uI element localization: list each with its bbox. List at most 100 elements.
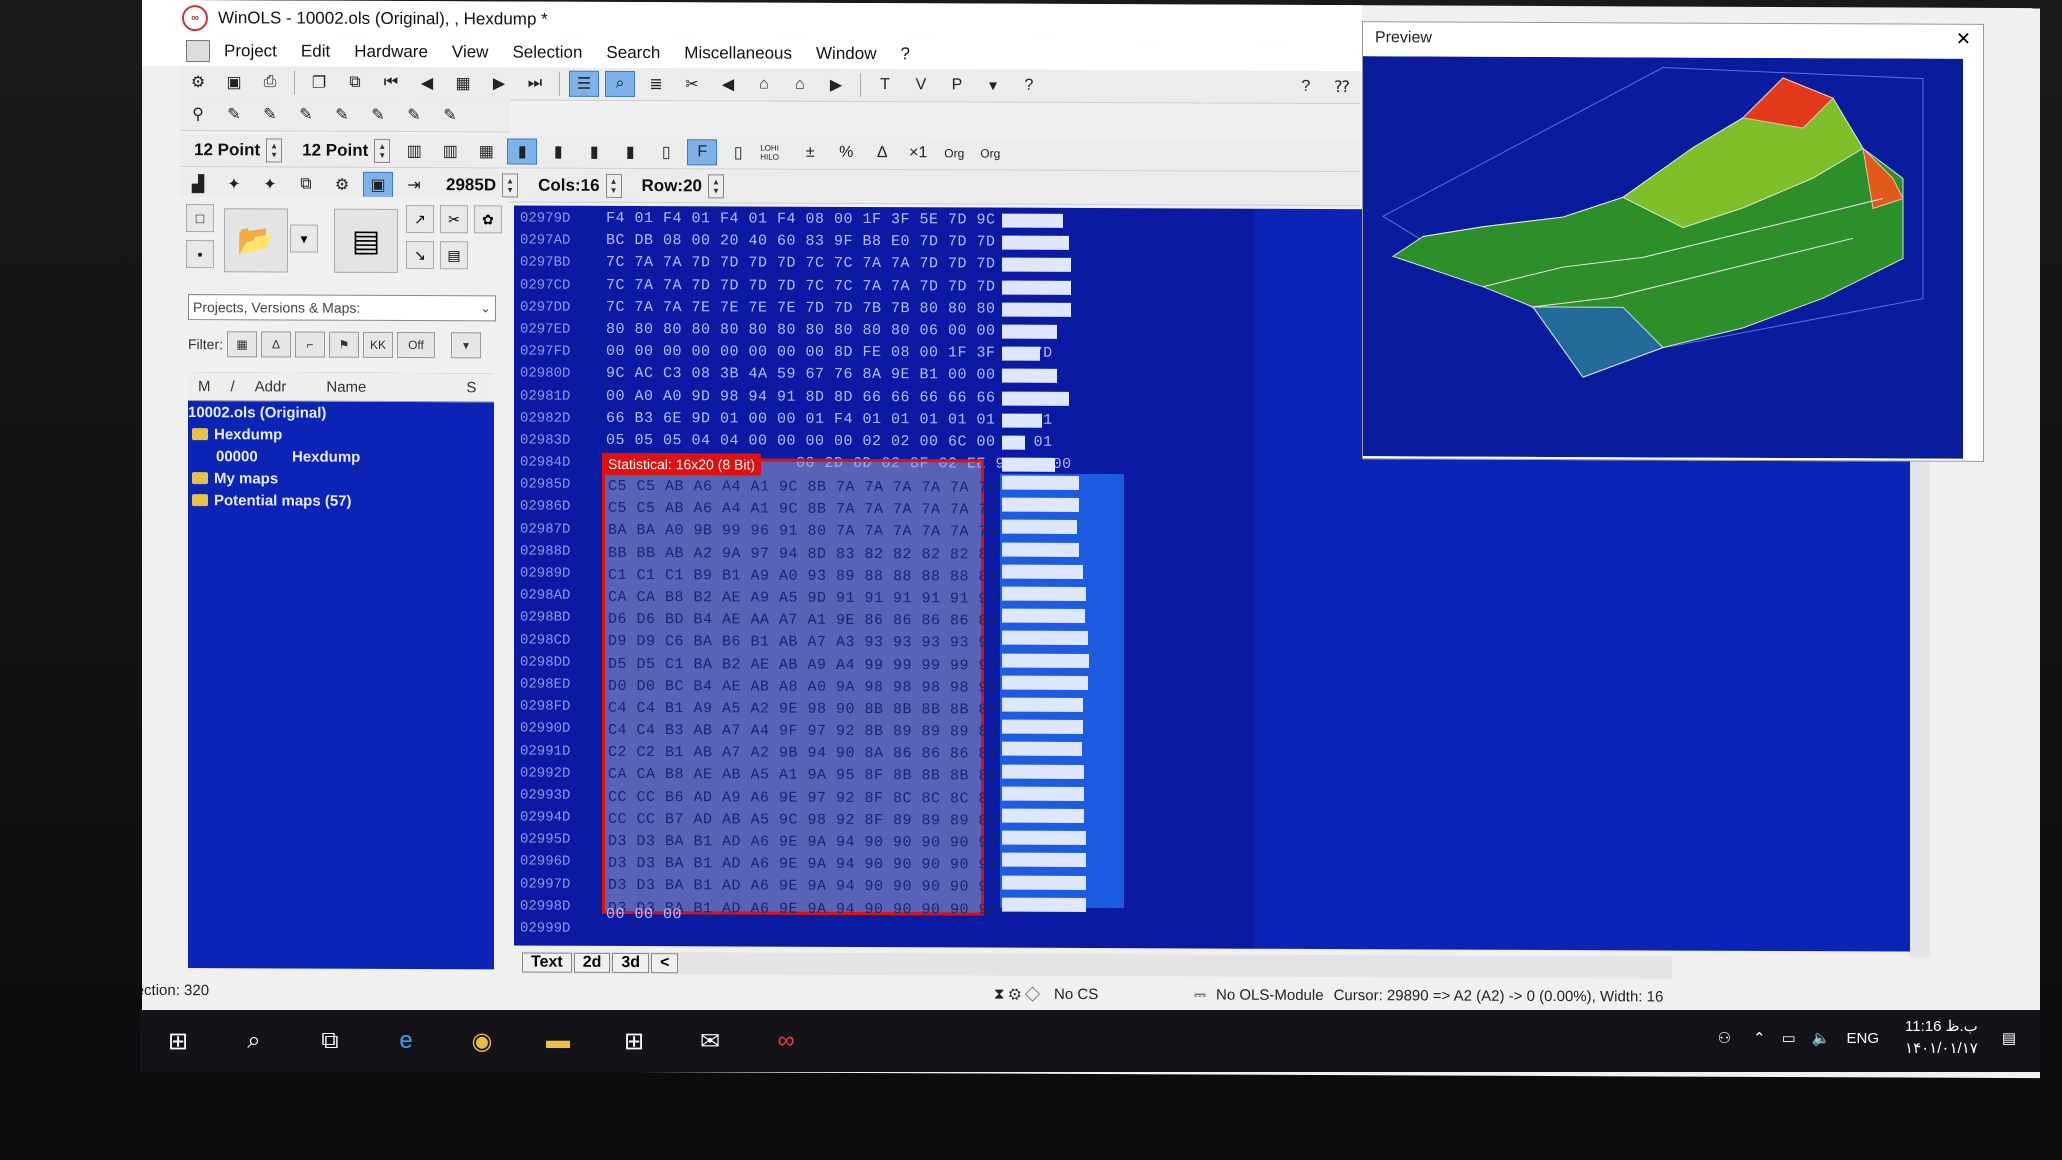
hexdump-view[interactable]: 02979D 0297AD 0297BD 0297CD 0297DD 0297ED 0297… bbox=[514, 205, 1254, 949]
map-tool2-icon[interactable]: ✎ bbox=[255, 101, 285, 127]
v-icon[interactable]: V bbox=[906, 72, 936, 98]
font-size-1[interactable]: 12 Point bbox=[194, 140, 260, 160]
clock[interactable]: 11:16 ب.ظ ۱۴۰۱/۰۱/۱۷ bbox=[1905, 1016, 1978, 1060]
filter-off-button[interactable]: Off bbox=[397, 331, 435, 359]
map-tool7-icon[interactable]: ✎ bbox=[435, 102, 465, 128]
volume-icon[interactable]: 🔈 bbox=[1812, 1029, 1831, 1047]
font-size-2-spinner[interactable]: ▲ ▼ bbox=[374, 138, 391, 163]
tab-scroll-left[interactable]: < bbox=[651, 953, 679, 974]
store-icon[interactable]: ⊞ bbox=[613, 1020, 655, 1062]
dec-icon[interactable]: ▯ bbox=[651, 139, 681, 165]
menu-selection[interactable]: Selection bbox=[512, 42, 582, 62]
float-icon[interactable]: ▮ bbox=[615, 139, 645, 165]
close-icon[interactable]: ✕ bbox=[1956, 29, 1971, 50]
people-icon[interactable]: ⚇ bbox=[1718, 1029, 1731, 1047]
cols-field[interactable]: Cols:16 bbox=[538, 176, 599, 196]
menu-miscellaneous[interactable]: Miscellaneous bbox=[684, 43, 792, 63]
tree-my-maps[interactable]: My maps bbox=[188, 467, 494, 490]
copy-icon[interactable]: ⧉ bbox=[291, 172, 321, 198]
import-icon[interactable]: ↗ bbox=[406, 205, 434, 234]
search-map2-icon[interactable]: ⌂ bbox=[785, 72, 815, 98]
link-icon[interactable]: ⚲ bbox=[183, 101, 213, 127]
org-icon[interactable]: Org bbox=[939, 140, 969, 166]
col-slash[interactable]: / bbox=[221, 378, 245, 395]
map-tool3-icon[interactable]: ✎ bbox=[291, 102, 321, 128]
chart-icon[interactable]: ▟ bbox=[183, 171, 213, 197]
grid-icon[interactable]: ▦ bbox=[448, 70, 478, 96]
search-map-icon[interactable]: ⌂ bbox=[749, 72, 779, 98]
system-menu-icon[interactable] bbox=[186, 40, 210, 63]
tab-3d[interactable]: 3d bbox=[612, 952, 650, 974]
task-view-icon[interactable]: ⧉ bbox=[309, 1020, 351, 1062]
notifications-icon[interactable]: ▤ bbox=[2002, 1029, 2016, 1047]
chrome-icon[interactable]: ◉ bbox=[461, 1020, 503, 1062]
font-size-2[interactable]: 12 Point bbox=[302, 141, 368, 161]
filter-bits-icon[interactable]: ▦ bbox=[227, 331, 257, 358]
grid-view-icon[interactable]: ▦ bbox=[471, 138, 501, 164]
cols-spinner[interactable]: ▲ ▼ bbox=[605, 173, 622, 198]
tree-hexdump-folder[interactable]: Hexdump bbox=[188, 423, 494, 446]
forward-icon[interactable]: ▶ bbox=[821, 72, 851, 98]
first-icon[interactable]: ⏮ bbox=[376, 70, 406, 96]
winols-taskbar-icon[interactable]: ∞ bbox=[765, 1020, 807, 1062]
settings-icon[interactable]: ⚙ bbox=[327, 172, 357, 198]
map-tool1-icon[interactable]: ✎ bbox=[219, 101, 249, 127]
row-field[interactable]: Row:20 bbox=[642, 176, 702, 196]
filter-kk-button[interactable]: KK bbox=[363, 331, 393, 358]
tool-hardware-icon[interactable]: ⚙ bbox=[183, 69, 213, 95]
t-icon[interactable]: T bbox=[870, 72, 900, 98]
last-icon[interactable]: ⏭ bbox=[520, 71, 550, 97]
tree-view-icon[interactable]: ☰ bbox=[569, 70, 599, 97]
address-spinner[interactable]: ▲ ▼ bbox=[502, 173, 519, 198]
tab-text[interactable]: Text bbox=[522, 952, 572, 973]
tool-b-icon[interactable]: ✦ bbox=[255, 171, 285, 197]
language-indicator[interactable]: ENG bbox=[1847, 1030, 1880, 1047]
module-icon[interactable]: ✿ bbox=[474, 205, 502, 234]
font-size-1-spinner[interactable]: ▲ ▼ bbox=[266, 138, 283, 163]
hex-view-icon[interactable]: ▥ bbox=[399, 138, 429, 164]
compare-icon[interactable]: ⧉ bbox=[340, 70, 370, 96]
tab-2d[interactable]: 2d bbox=[573, 952, 611, 973]
factor-icon[interactable]: ×1 bbox=[903, 140, 933, 166]
width-icon[interactable]: ⇥ bbox=[399, 172, 429, 198]
network-icon[interactable]: ▭ bbox=[1782, 1029, 1796, 1047]
hex-ff-icon[interactable]: F bbox=[687, 139, 718, 166]
question-icon[interactable]: ? bbox=[1014, 73, 1044, 99]
col-name[interactable]: Name bbox=[316, 378, 456, 396]
filter-dropdown-icon[interactable]: ▾ bbox=[451, 332, 481, 359]
context-help-icon[interactable]: ⁇ bbox=[1327, 74, 1357, 100]
menu-view[interactable]: View bbox=[452, 42, 489, 62]
filter-flag-icon[interactable]: ⚑ bbox=[329, 331, 359, 358]
menu-search[interactable]: Search bbox=[606, 43, 660, 63]
col-addr[interactable]: Addr bbox=[245, 378, 317, 395]
save-icon[interactable]: ▪ bbox=[186, 240, 214, 269]
map-tool5-icon[interactable]: ✎ bbox=[363, 102, 393, 128]
start-icon[interactable]: ⊞ bbox=[157, 1020, 199, 1062]
tree-root[interactable]: 10002.ols (Original) bbox=[188, 401, 494, 424]
file-explorer-icon[interactable]: ▬ bbox=[537, 1020, 579, 1062]
dropdown-icon[interactable]: ▾ bbox=[978, 73, 1008, 99]
tool-a-icon[interactable]: ✦ bbox=[219, 171, 249, 197]
dec-view-icon[interactable]: ▥ bbox=[435, 138, 465, 164]
project-manager-icon[interactable]: ▤ bbox=[334, 208, 398, 273]
search-icon[interactable]: ⌕ bbox=[233, 1020, 275, 1062]
map-tool6-icon[interactable]: ✎ bbox=[399, 102, 429, 128]
tree-potential-maps[interactable]: Potential maps (57) bbox=[188, 489, 494, 512]
props-icon[interactable]: ▤ bbox=[440, 241, 468, 270]
filter-bracket-icon[interactable]: ⌐ bbox=[295, 331, 325, 358]
binary-icon[interactable]: ▯ bbox=[723, 139, 753, 165]
8bit-icon[interactable]: ▮ bbox=[507, 138, 538, 165]
map-tool4-icon[interactable]: ✎ bbox=[327, 102, 357, 128]
col-m[interactable]: M bbox=[188, 378, 221, 395]
percent-icon[interactable]: % bbox=[831, 140, 861, 166]
projects-combo[interactable]: Projects, Versions & Maps: ⌄ bbox=[188, 294, 496, 322]
address-field[interactable]: 2985D bbox=[446, 175, 496, 195]
menu-edit[interactable]: Edit bbox=[301, 42, 330, 62]
menu-project[interactable]: Project bbox=[224, 41, 277, 61]
p-icon[interactable]: P bbox=[942, 72, 972, 98]
32bit-icon[interactable]: ▮ bbox=[579, 139, 609, 165]
tree-hexdump-entry[interactable]: 00000 Hexdump bbox=[188, 445, 494, 468]
window-icon[interactable]: ❐ bbox=[304, 70, 334, 96]
filter-delta-icon[interactable]: Δ bbox=[261, 331, 291, 358]
open-dropdown-icon[interactable]: ▾ bbox=[290, 224, 318, 253]
